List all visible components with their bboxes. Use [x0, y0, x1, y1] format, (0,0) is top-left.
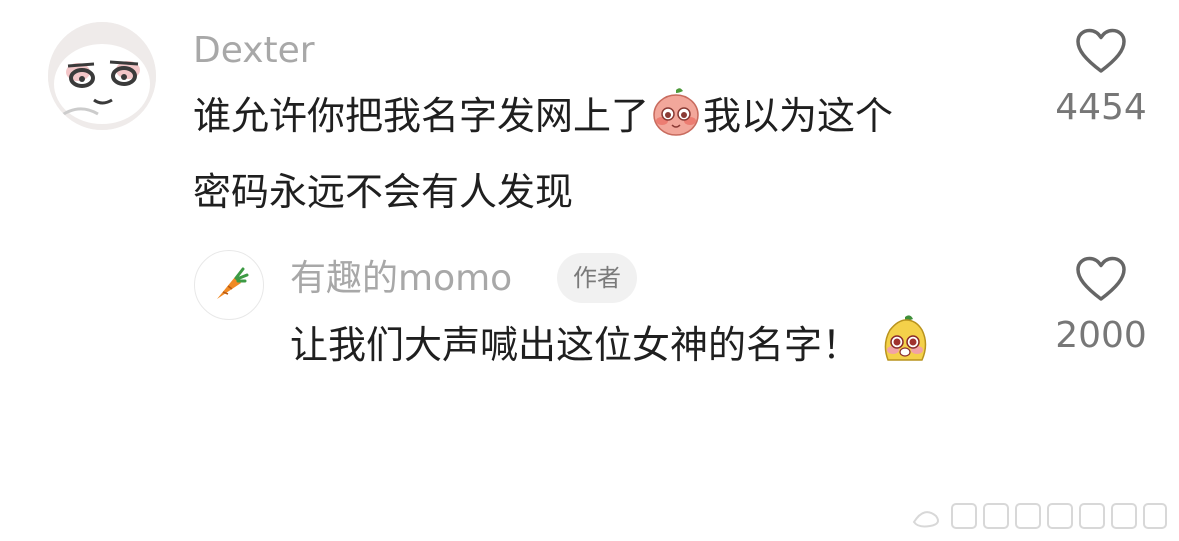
- sticker-face-avatar-icon: [48, 22, 156, 130]
- comment-text: 谁允许你把我名字发网上了 我以为这个 密码永远不会有人发现: [193, 82, 893, 226]
- comment-text-part: 谁允许你把我名字发网上了: [193, 94, 650, 138]
- like-count: 4454: [1055, 87, 1147, 128]
- carrot-icon: [217, 267, 249, 299]
- yellow-blushing-face-emoji-icon: [880, 314, 930, 387]
- watermark-logo: [912, 503, 1167, 529]
- comment-text-part: 我以为这个: [703, 94, 894, 138]
- reply-like-count: 2000: [1055, 315, 1147, 356]
- reply-username[interactable]: 有趣的momo: [290, 261, 512, 297]
- comment-username[interactable]: Dexter: [193, 33, 315, 69]
- comment-text-line2: 密码永远不会有人发现: [193, 170, 574, 214]
- reply-text: 让我们大声喊出这位女神的名字！: [290, 311, 932, 387]
- avatar[interactable]: [48, 22, 156, 130]
- heart-icon[interactable]: [1075, 28, 1127, 74]
- author-badge: 作者: [557, 253, 637, 303]
- like-button[interactable]: 4454: [1041, 28, 1161, 126]
- reply-text-part: 让我们大声喊出这位女神的名字！: [290, 323, 861, 367]
- heart-icon[interactable]: [1075, 256, 1127, 302]
- pink-blushing-face-emoji-icon: [651, 87, 701, 158]
- reply-like-button[interactable]: 2000: [1041, 256, 1161, 354]
- reply-avatar[interactable]: [194, 250, 264, 320]
